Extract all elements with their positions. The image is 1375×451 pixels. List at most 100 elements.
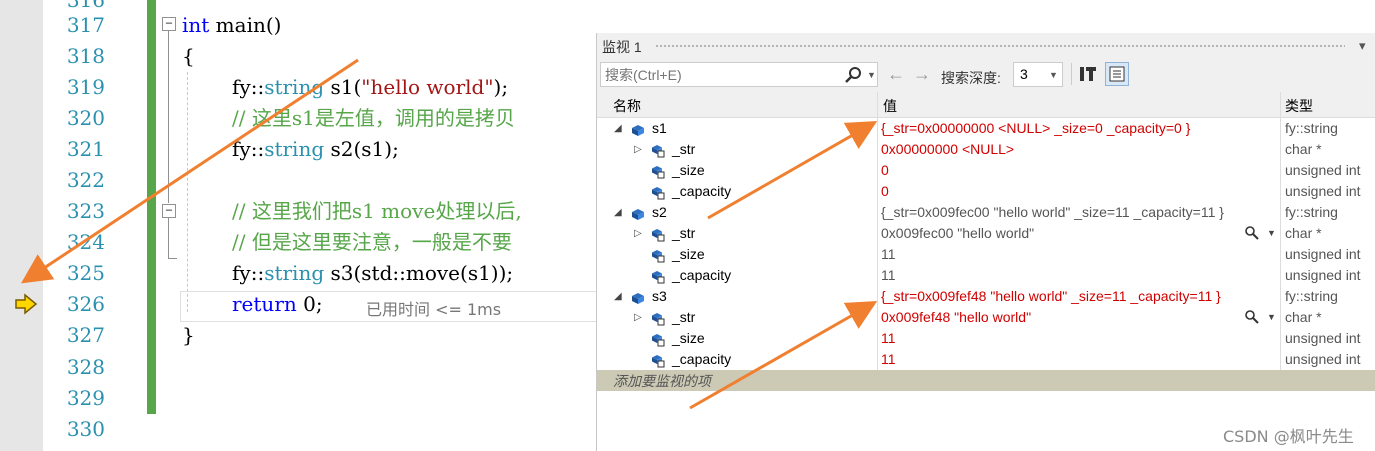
collapse-triangle-icon[interactable]: ◢ [614,118,622,139]
code-line-327[interactable]: } [182,320,195,351]
watch-row[interactable]: _capacity 0 unsigned int [597,181,1375,202]
grid-header: 名称 值 类型 [597,92,1375,118]
column-header-value[interactable]: 值 [883,96,897,116]
line-number: 321 [66,137,105,161]
watch-type: char * [1285,225,1322,241]
watch-row[interactable]: ◢ s3 {_str=0x009fef48 "hello world" _size=… [597,286,1375,307]
chevron-down-icon[interactable]: ▼ [1267,307,1276,328]
watch-name: _capacity [672,183,732,199]
chevron-down-icon[interactable]: ▼ [1049,70,1058,80]
fold-toggle-comment[interactable]: − [162,204,176,218]
column-header-type[interactable]: 类型 [1285,96,1313,116]
search-depth-value: 3 [1020,66,1028,82]
code-line-325[interactable]: fy::string s3(std::move(s1)); [232,258,513,289]
namespace: fy:: [232,75,265,99]
watch-value[interactable]: 0x009fef48 "hello world" [881,307,1031,328]
watch-row[interactable]: ▷ _str 0x009fec00 "hello world" ▼ char * [597,223,1375,244]
watch-type: unsigned int [1285,246,1361,262]
watch-row[interactable]: _capacity 11 unsigned int [597,349,1375,370]
watch-row[interactable]: _capacity 11 unsigned int [597,265,1375,286]
type-name: string [264,75,325,99]
watch-value[interactable]: 0x009fec00 "hello world" [881,223,1034,244]
search-depth-select[interactable]: 3 ▼ [1013,62,1063,87]
search-input[interactable] [605,66,835,84]
current-statement-arrow-icon[interactable] [14,293,38,319]
watch-value[interactable]: {_str=0x009fec00 "hello world" _size=11 … [881,202,1224,223]
code-line-319[interactable]: fy::string s1("hello world"); [232,72,508,103]
watch-value[interactable]: 0 [881,181,889,202]
watch-value[interactable]: {_str=0x009fef48 "hello world" _size=11 … [881,286,1221,307]
collapse-triangle-icon[interactable]: ◢ [614,202,622,223]
watch-name: s3 [652,288,667,304]
watch-row[interactable]: _size 11 unsigned int [597,328,1375,349]
watch-name: _str [672,309,696,325]
chevron-down-icon[interactable]: ▼ [867,70,876,80]
toolbar-separator [1071,63,1072,85]
column-header-name[interactable]: 名称 [613,96,641,116]
expand-triangle-icon[interactable]: ▷ [634,139,642,160]
expand-triangle-icon[interactable]: ▷ [634,223,642,244]
watch-value[interactable]: 11 [881,244,896,265]
search-box[interactable]: ▼ [600,62,878,87]
watch-type: char * [1285,141,1322,157]
code-text: s2(s1); [324,137,399,161]
code-line-326[interactable]: return 0; [232,289,323,320]
code-text: ); [493,75,509,99]
watch-value[interactable]: 0x00000000 <NULL> [881,139,1014,160]
add-watch-row[interactable]: 添加要监视的项 [597,370,1375,391]
watch-row[interactable]: ◢ s1 {_str=0x00000000 <NULL> _size=0 _capa… [597,118,1375,139]
code-text: 0; [296,292,323,316]
line-number: 327 [66,323,105,347]
watch-row[interactable]: _size 11 unsigned int [597,244,1375,265]
watch-row[interactable]: ▷ _str 0x009fef48 "hello world" ▼ char * [597,307,1375,328]
indicator-margin[interactable] [0,0,43,451]
watch-value[interactable]: 11 [881,349,896,370]
watch-grid: 名称 值 类型 ◢ s1 {_str=0x00000000 <NULL> _size… [597,92,1375,451]
code-line-321[interactable]: fy::string s2(s1); [232,134,399,165]
fold-toggle-main[interactable]: − [162,17,176,31]
watch-row[interactable]: ▷ _str 0x00000000 <NULL> char * [597,139,1375,160]
pin-icon[interactable] [1078,64,1098,89]
search-icon[interactable] [845,66,863,89]
elapsed-time-hint[interactable]: 已用时间 <= 1ms [366,296,501,320]
expand-triangle-icon[interactable]: ▷ [634,307,642,328]
watch-name: _str [672,225,696,241]
line-number: 323 [66,199,105,223]
line-number: 317 [66,13,105,37]
namespace: fy:: [232,137,265,161]
watch-value[interactable]: {_str=0x00000000 <NULL> _size=0 _capacit… [881,118,1190,139]
code-line-318[interactable]: { [182,41,195,72]
chevron-down-icon[interactable]: ▼ [1267,223,1276,244]
search-previous-button[interactable]: ← [887,64,905,85]
code-line-324[interactable]: // 但是这里要注意，一般是不要 [232,227,512,258]
code-line-317[interactable]: int main() [182,10,281,41]
line-number: 325 [66,261,105,285]
code-line-320[interactable]: // 这里s1是左值，调用的是拷贝 [232,103,515,134]
watch-name: _size [672,162,705,178]
watch-row[interactable]: ◢ s2 {_str=0x009fec00 "hello world" _size=… [597,202,1375,223]
code-text: s3(std::move(s1)); [324,261,514,285]
type-name: string [264,137,325,161]
indent-guide [187,72,188,312]
watch-name: s1 [652,120,667,136]
watch-title-bar[interactable]: 监视 1 ▾ [597,33,1375,59]
watch-name: _size [672,330,705,346]
watch-value[interactable]: 0 [881,160,889,181]
watch-row[interactable]: _size 0 unsigned int [597,160,1375,181]
code-line-323[interactable]: // 这里我们把s1 move处理以后, [232,196,522,227]
search-next-button[interactable]: → [913,64,931,85]
window-menu-icon[interactable]: ▾ [1359,38,1366,54]
watch-value[interactable]: 11 [881,265,896,286]
hexadecimal-display-icon[interactable] [1105,62,1129,86]
watch-value[interactable]: 11 [881,328,896,349]
line-number: 320 [66,106,105,130]
code-text: s1( [324,75,362,99]
collapse-triangle-icon[interactable]: ◢ [614,286,622,307]
watch-name: _size [672,246,705,262]
change-tracking-bar [147,0,156,414]
type-name: string [264,261,325,285]
string-literal: "hello world" [361,75,494,99]
fold-line [168,31,169,203]
keyword: int [182,13,210,37]
watch-type: unsigned int [1285,330,1361,346]
